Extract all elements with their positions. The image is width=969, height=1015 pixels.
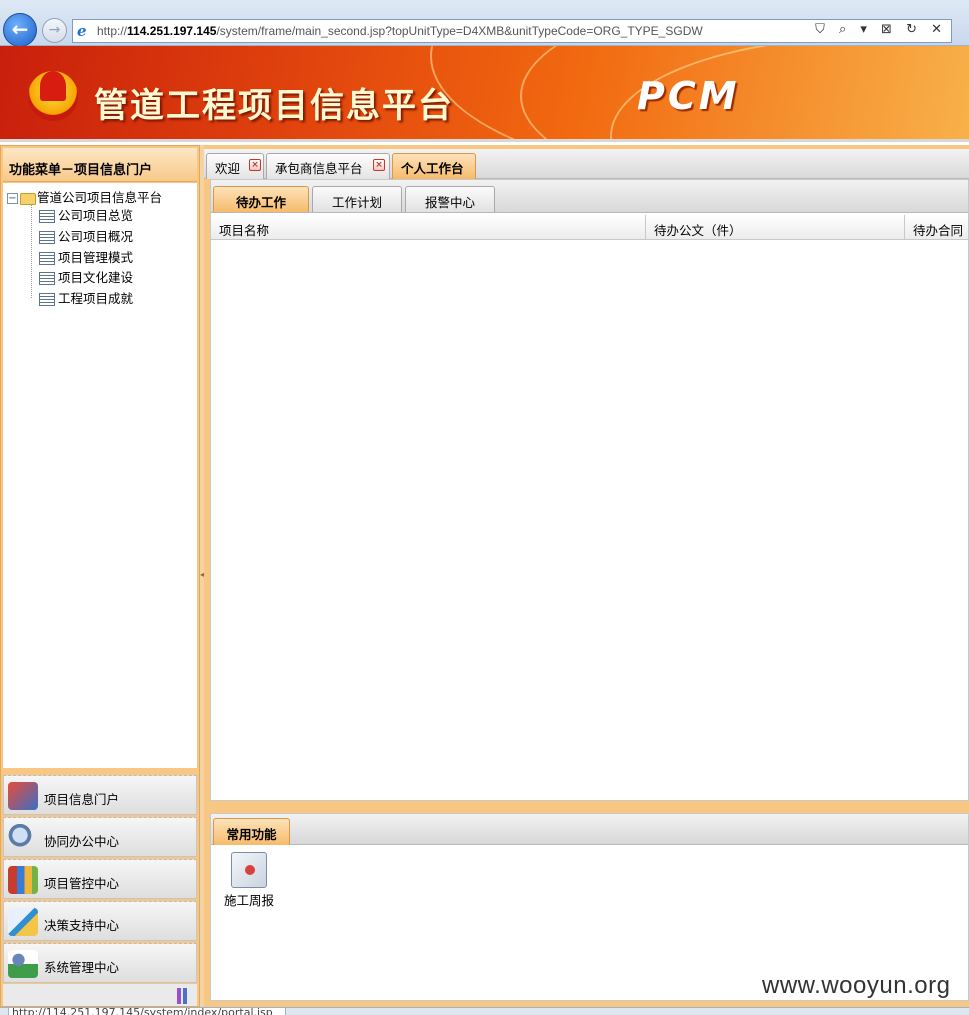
tab-label: 承包商信息平台 <box>275 161 363 176</box>
document-icon <box>39 252 55 265</box>
right-panel: 欢迎 × 承包商信息平台 × 个人工作台 待办工作 工作计划 报警中心 项目名称… <box>204 145 969 1007</box>
document-icon <box>39 272 55 285</box>
weekly-report-icon <box>231 852 267 888</box>
folder-open-icon <box>20 192 36 205</box>
pen-icon <box>8 908 38 936</box>
column-pending-contracts[interactable]: 待办合同 <box>905 215 968 240</box>
site-title: 管道工程项目信息平台 <box>94 86 454 126</box>
search-icon <box>8 824 38 852</box>
left-panel: 功能菜单－项目信息门户 − 管道公司项目信息平台 公司项目总览 公司项目概况 项目… <box>0 145 200 1007</box>
close-icon[interactable]: × <box>249 159 261 171</box>
tab-label: 欢迎 <box>215 161 241 176</box>
tab-label: 待办工作 <box>235 195 286 210</box>
tree-item-label: 公司项目总览 <box>58 208 134 223</box>
tab-label: 个人工作台 <box>401 161 464 176</box>
sub-tab-bar: 待办工作 工作计划 报警中心 <box>211 180 968 213</box>
module-decision-button[interactable]: 决策支持中心 <box>3 901 197 941</box>
tree-connector <box>31 205 32 298</box>
users-icon <box>8 950 38 978</box>
module-label: 决策支持中心 <box>44 918 120 933</box>
tree-root[interactable]: − 管道公司项目信息平台 <box>7 187 162 205</box>
module-label: 项目信息门户 <box>44 792 120 807</box>
main-tab-bar: 欢迎 × 承包商信息平台 × 个人工作台 <box>204 149 969 179</box>
tab-work-plan[interactable]: 工作计划 <box>312 186 402 212</box>
module-office-button[interactable]: 协同办公中心 <box>3 817 197 857</box>
company-logo-petal <box>40 71 66 101</box>
tree-item[interactable]: 工程项目成就 <box>39 288 133 308</box>
left-panel-title: 功能菜单－项目信息门户 <box>3 148 197 182</box>
tree-item[interactable]: 公司项目概况 <box>39 226 133 246</box>
document-icon <box>39 293 55 306</box>
ie-icon: e <box>77 22 87 40</box>
module-label: 协同办公中心 <box>44 834 120 849</box>
tab-common-functions[interactable]: 常用功能 <box>213 818 290 845</box>
forward-arrow-icon: → <box>48 22 61 38</box>
tab-todo-work[interactable]: 待办工作 <box>213 186 309 212</box>
tab-label: 工作计划 <box>331 195 382 210</box>
tab-personal-workbench[interactable]: 个人工作台 <box>392 153 476 179</box>
address-bar[interactable]: e http://114.251.197.145/system/frame/ma… <box>72 19 952 43</box>
tree-item-label: 项目管理模式 <box>58 250 134 265</box>
tab-alarm-center[interactable]: 报警中心 <box>405 186 495 212</box>
module-label: 系统管理中心 <box>44 960 120 975</box>
product-logo: PCM <box>637 74 740 118</box>
back-arrow-icon: ← <box>11 17 29 41</box>
back-button[interactable]: ← <box>3 13 37 47</box>
tree-item[interactable]: 公司项目总览 <box>39 205 133 225</box>
watermark: www.wooyun.org <box>762 972 951 999</box>
tab-label: 报警中心 <box>424 195 475 210</box>
module-portal-button[interactable]: 项目信息门户 <box>3 775 197 815</box>
shortcut-label: 施工周报 <box>223 893 274 908</box>
tree-root-label: 管道公司项目信息平台 <box>37 190 163 205</box>
resize-handle-icon[interactable] <box>177 988 191 1004</box>
browser-status-bar: http://114.251.197.145/system/index/port… <box>0 1007 969 1015</box>
tree-item-label: 项目文化建设 <box>58 270 134 285</box>
document-icon <box>39 210 55 223</box>
site-header: 管道工程项目信息平台 PCM <box>0 46 969 142</box>
forward-button[interactable]: → <box>42 18 67 43</box>
status-url: http://114.251.197.145/system/index/port… <box>8 1008 286 1015</box>
tab-welcome[interactable]: 欢迎 × <box>206 153 264 179</box>
shortcut-weekly-report[interactable]: 施工周报 <box>221 852 277 908</box>
document-icon <box>39 231 55 244</box>
module-label: 项目管控中心 <box>44 876 120 891</box>
module-control-button[interactable]: 项目管控中心 <box>3 859 197 899</box>
collapse-icon[interactable]: − <box>7 193 18 204</box>
close-icon[interactable]: × <box>373 159 385 171</box>
work-area: 待办工作 工作计划 报警中心 项目名称 待办公文（件） 待办合同 <box>210 179 969 801</box>
tree-item[interactable]: 项目管理模式 <box>39 247 133 267</box>
tree-item-label: 工程项目成就 <box>58 291 134 306</box>
function-tree: − 管道公司项目信息平台 公司项目总览 公司项目概况 项目管理模式 项目文化建设 … <box>3 183 197 768</box>
address-tools[interactable]: ⛉ ⌕ ▾ ⊠ ↻ ✕ <box>815 22 947 42</box>
column-pending-documents[interactable]: 待办公文（件） <box>646 215 905 240</box>
module-system-button[interactable]: 系统管理中心 <box>3 943 197 983</box>
address-tools-icons[interactable]: ⛉ ⌕ ▾ ⊠ ↻ ✕ <box>815 22 947 37</box>
browser-toolbar: ← → e http://114.251.197.145/system/fram… <box>0 0 969 47</box>
left-panel-footer <box>3 984 197 1006</box>
tree-item-label: 公司项目概况 <box>58 229 134 244</box>
column-project-name[interactable]: 项目名称 <box>211 215 646 240</box>
books-icon <box>8 866 38 894</box>
portal-icon <box>8 782 38 810</box>
todo-grid-header: 项目名称 待办公文（件） 待办合同 <box>211 215 968 240</box>
tab-contractor-platform[interactable]: 承包商信息平台 × <box>266 153 390 179</box>
url-text[interactable]: http://114.251.197.145/system/frame/main… <box>97 24 703 38</box>
tree-item[interactable]: 项目文化建设 <box>39 267 133 287</box>
common-tab-bar: 常用功能 <box>211 814 968 845</box>
